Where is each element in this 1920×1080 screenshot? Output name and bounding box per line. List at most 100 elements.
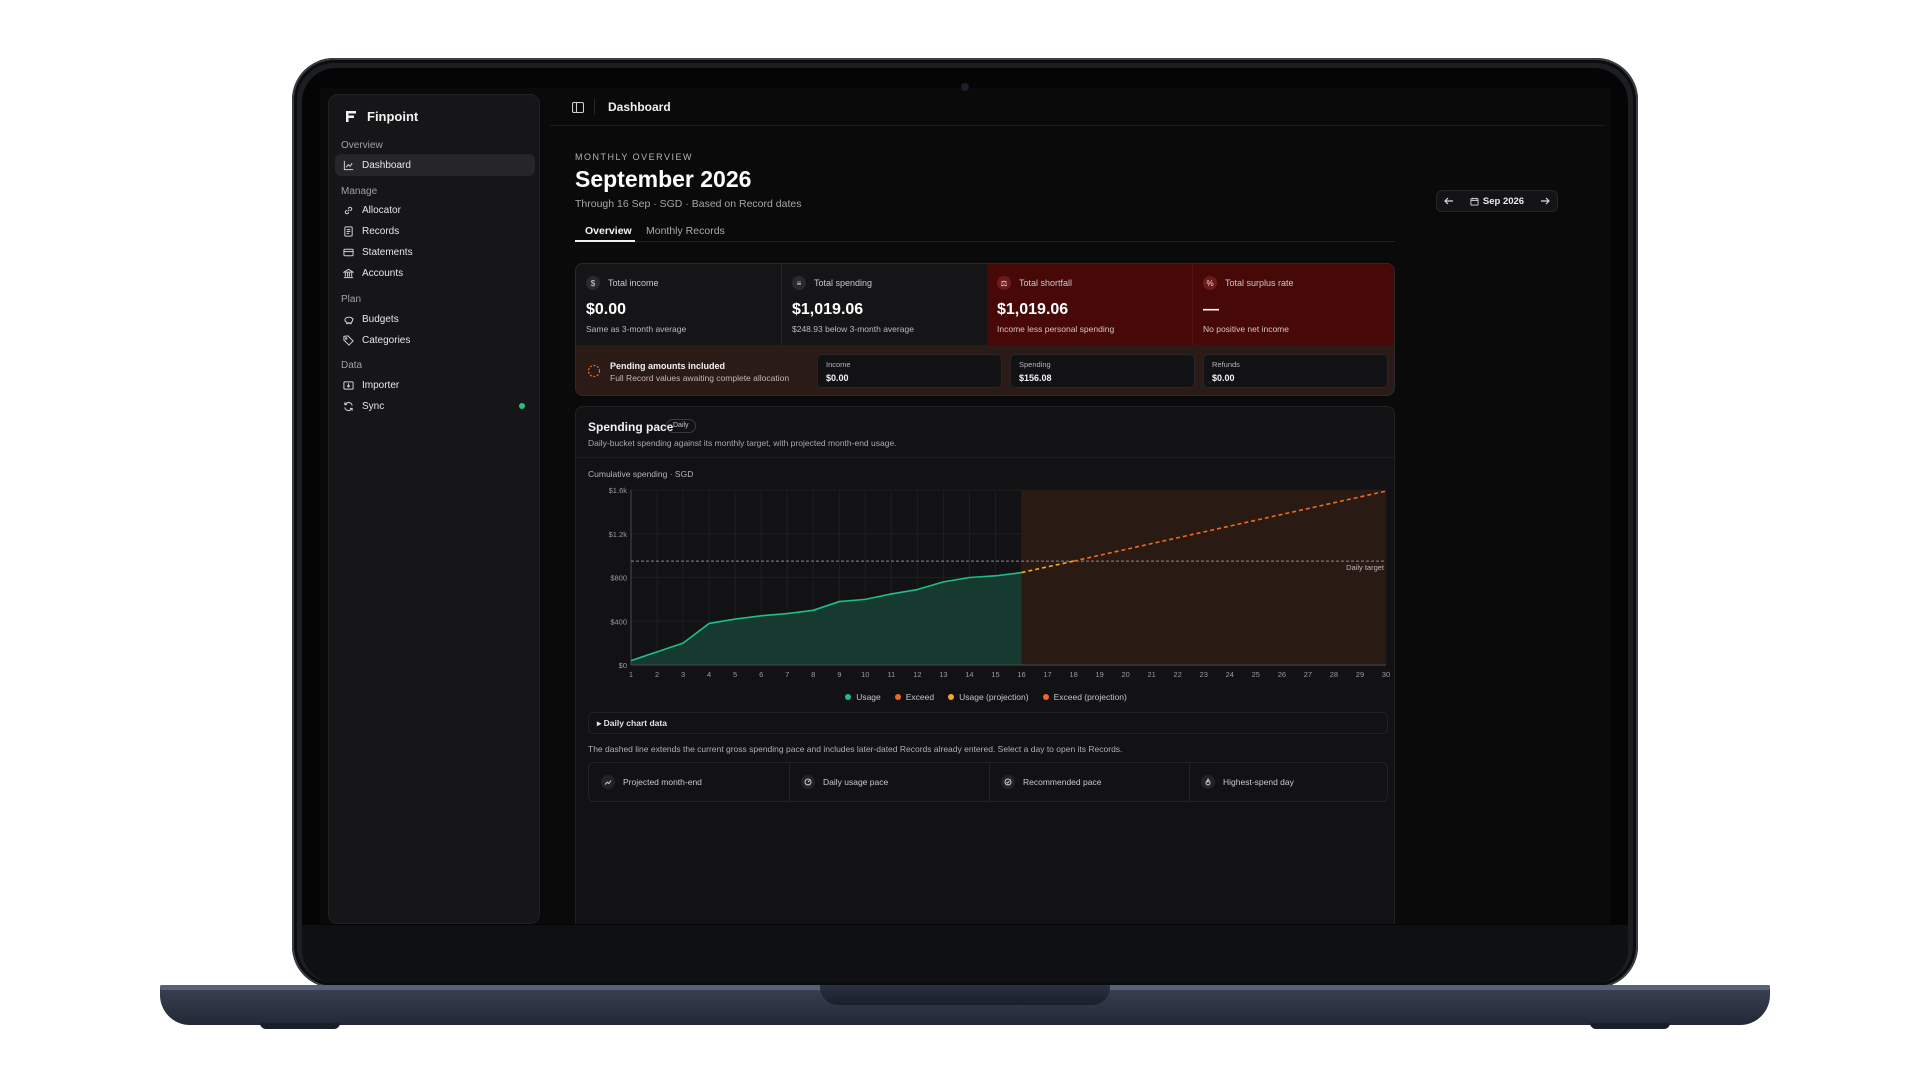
legend-dot (948, 694, 955, 700)
arrow-right-icon[interactable] (1539, 195, 1551, 207)
sidebar-item-label: Categories (362, 334, 411, 346)
legend-usage[interactable]: Usage (845, 692, 881, 702)
daily-chart-data-toggle[interactable]: ▸ Daily chart data (588, 712, 1388, 734)
kpi-note: Income less personal spending (997, 324, 1115, 334)
x-tick-label: 13 (939, 670, 947, 679)
pending-refunds-value: $0.00 (1212, 373, 1235, 383)
kpi-total-income[interactable]: $ Total income $0.00 Same as 3-month aver… (576, 264, 781, 345)
stat-daily-usage-pace[interactable]: Daily usage pace (801, 775, 888, 789)
stat-recommended-pace[interactable]: Recommended pace (1001, 775, 1101, 789)
spending-pace-chart[interactable]: Daily target$0$400$800$1.2k$1.6k1 2 3 4 5 6 7 8… (576, 477, 1396, 687)
sidebar-item-label: Dashboard (362, 159, 411, 171)
arrow-left-icon[interactable] (1443, 195, 1455, 207)
pace-subtitle: Daily-bucket spending against its monthl… (588, 438, 897, 448)
page-eyebrow: MONTHLY OVERVIEW (575, 152, 694, 162)
kpi-total-surplus-rate[interactable]: % Total surplus rate — No positive net in… (1193, 264, 1394, 345)
sidebar-item-label: Importer (362, 379, 400, 391)
x-tick-label: 28 (1330, 670, 1338, 679)
stage: Finpoint Overview Dashboard Manage Alloc… (0, 0, 1920, 1080)
kpi-value: $1,019.06 (997, 301, 1069, 318)
tab-monthly-records[interactable]: Monthly Records (646, 225, 725, 237)
month-label: Sep 2026 (1482, 195, 1525, 207)
check-circle-icon (1001, 775, 1015, 789)
x-tick-label: 21 (1148, 670, 1156, 679)
pace-title: Spending pace (588, 420, 674, 434)
sidebar-item-records[interactable]: Records (335, 220, 535, 242)
legend-exceed[interactable]: Exceed (894, 692, 934, 702)
sync-icon (344, 401, 353, 411)
stat-divider (789, 763, 790, 803)
calendar-icon (1470, 197, 1479, 206)
x-tick-label: 15 (991, 670, 999, 679)
topbar-title: Dashboard (608, 100, 671, 114)
finpoint-logo-icon (346, 111, 356, 122)
x-tick-label: 23 (1200, 670, 1208, 679)
kpi-total-shortfall[interactable]: ⚖ Total shortfall $1,019.06 Income less p… (987, 264, 1192, 345)
camera-icon (961, 83, 969, 91)
legend-usage-projection[interactable]: Usage (projection) (948, 692, 1029, 702)
spending-pace-card: Spending pace Daily Daily-bucket spendin… (575, 406, 1396, 924)
kpi-value: $1,019.06 (792, 301, 864, 318)
x-tick-label: 3 (681, 670, 685, 679)
pending-subtitle: Full Record values awaiting complete all… (610, 373, 790, 383)
x-tick-label: 24 (1226, 670, 1234, 679)
stat-highest-spend-day[interactable]: Highest-spend day (1201, 775, 1294, 789)
legend-dot (894, 694, 901, 700)
month-picker[interactable]: Sep 2026 (1470, 196, 1524, 207)
pace-footnote: The dashed line extends the current gros… (588, 744, 1123, 754)
page-subtitle: Through 16 Sep · SGD · Based on Record d… (575, 198, 802, 210)
kpi-total-spending[interactable]: ≡ Total spending $1,019.06 $248.93 below … (782, 264, 987, 345)
sidebar-item-allocator[interactable]: Allocator (335, 199, 535, 221)
x-tick-label: 2 (655, 670, 659, 679)
sidebar-item-label: Allocator (362, 204, 401, 216)
x-tick-label: 1 (629, 670, 633, 679)
x-tick-label: 30 (1382, 670, 1390, 679)
x-tick-label: 22 (1174, 670, 1182, 679)
topbar: Dashboard (550, 88, 1605, 126)
sidebar-item-accounts[interactable]: Accounts (335, 262, 535, 284)
x-tick-label: 26 (1278, 670, 1286, 679)
x-tick-label: 18 (1069, 670, 1077, 679)
tab-overview[interactable]: Overview (585, 225, 632, 237)
main-content: Dashboard MONTHLY OVERVIEW September 202… (550, 88, 1610, 924)
bank-icon (343, 268, 354, 278)
brand[interactable]: Finpoint (345, 109, 418, 124)
sidebar-item-categories[interactable]: Categories (335, 329, 535, 351)
x-tick-label: 27 (1304, 670, 1312, 679)
tab-active-indicator (575, 240, 635, 242)
x-tick-label: 20 (1121, 670, 1129, 679)
month-navigator: Sep 2026 (1436, 190, 1558, 212)
link-icon (344, 206, 353, 214)
sidebar-item-importer[interactable]: Importer (335, 374, 535, 396)
stat-label: Daily usage pace (823, 777, 889, 787)
x-tick-label: 8 (811, 670, 815, 679)
flame-icon (1201, 775, 1215, 789)
sidebar-item-sync[interactable]: Sync (335, 395, 535, 417)
kpi-value: — (1203, 301, 1219, 318)
y-tick-label: $800 (610, 574, 627, 583)
sidebar-item-dashboard[interactable]: Dashboard (335, 154, 535, 176)
legend-exceed-projection[interactable]: Exceed (projection) (1042, 692, 1127, 702)
screen: Finpoint Overview Dashboard Manage Alloc… (320, 88, 1610, 924)
pace-divider (576, 457, 1396, 458)
sidebar-item-statements[interactable]: Statements (335, 241, 535, 263)
laptop-foot-right (1590, 1023, 1670, 1029)
x-tick-label: 16 (1017, 670, 1025, 679)
laptop-chin (302, 925, 1628, 983)
stat-projected-month-end[interactable]: Projected month-end (601, 775, 702, 789)
sidebar-item-budgets[interactable]: Budgets (335, 308, 535, 330)
pace-stats: Projected month-end Daily usage pace Rec… (588, 762, 1388, 803)
stat-label: Highest-spend day (1223, 777, 1294, 787)
x-tick-label: 19 (1095, 670, 1103, 679)
brand-name: Finpoint (367, 109, 419, 124)
sidebar: Finpoint Overview Dashboard Manage Alloc… (328, 94, 540, 924)
page-title: September 2026 (575, 166, 752, 192)
kpi-label: Total shortfall (1019, 278, 1073, 288)
legend-label: Usage (projection) (959, 692, 1029, 702)
tab-bar: Overview Monthly Records (575, 218, 1395, 242)
x-tick-label: 6 (759, 670, 763, 679)
sidebar-toggle-icon[interactable] (572, 102, 584, 113)
legend-dot (845, 694, 852, 700)
legend-dot (1042, 694, 1049, 700)
y-tick-label: $0 (619, 661, 627, 670)
